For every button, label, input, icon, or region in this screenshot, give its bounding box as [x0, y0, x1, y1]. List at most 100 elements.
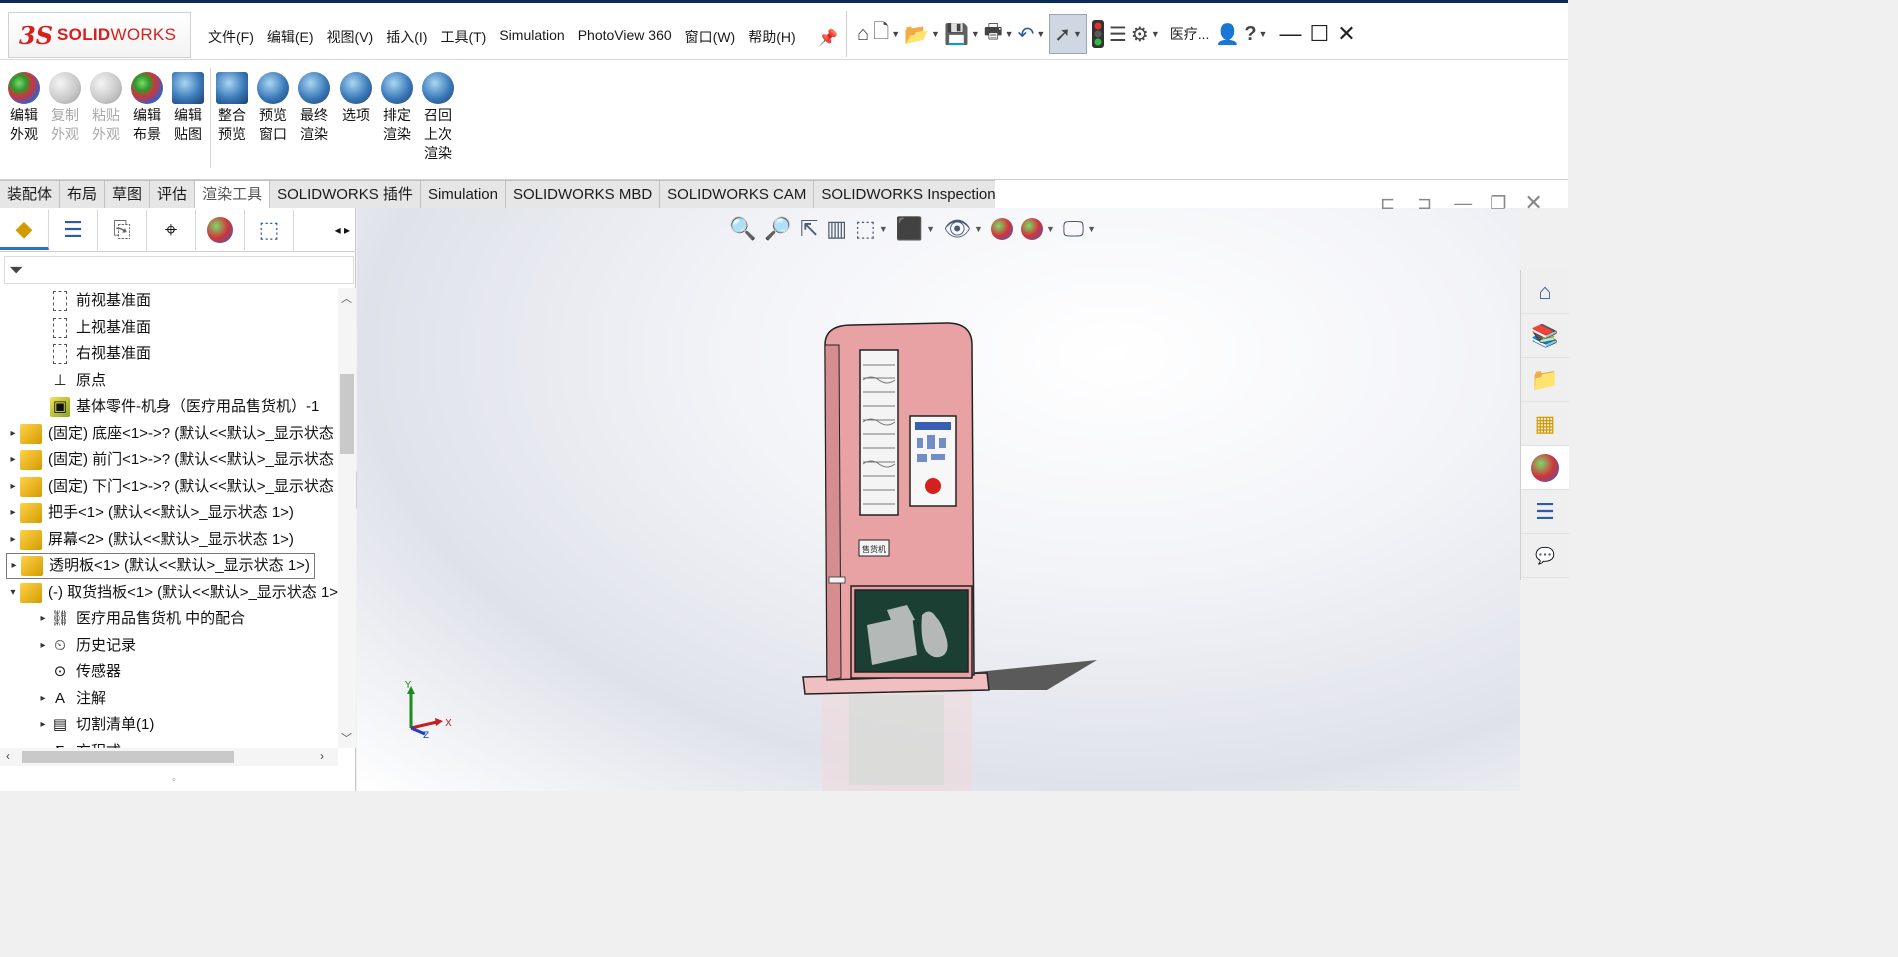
- forum-icon[interactable]: 💬: [1521, 534, 1569, 578]
- tree-item[interactable]: ▸ 屏幕<2> (默认<<默认>_显示状态 1>): [6, 527, 294, 553]
- expand-arrow-icon[interactable]: ▸: [7, 553, 21, 579]
- tree-item[interactable]: ▸ 透明板<1> (默认<<默认>_显示状态 1>): [6, 553, 315, 579]
- print-icon[interactable]: 🖶 ▼: [984, 14, 1014, 54]
- scroll-up-icon[interactable]: ︿: [341, 290, 352, 306]
- file-properties-icon[interactable]: ☰: [1109, 14, 1127, 54]
- schedule-render-button[interactable]: 排定 渲染: [377, 72, 417, 144]
- menu-view[interactable]: 视图(V): [327, 27, 374, 47]
- expand-arrow-icon[interactable]: ▸: [36, 633, 50, 659]
- tab-layout[interactable]: 布局: [60, 180, 106, 208]
- expand-arrow-icon[interactable]: ▸: [6, 527, 20, 553]
- tree-item[interactable]: ▸Σ方程式: [36, 739, 121, 749]
- tree-horizontal-scrollbar[interactable]: ‹ ›: [0, 748, 338, 766]
- tree-item[interactable]: ▾ (-) 取货挡板<1> (默认<<默认>_显示状态 1>): [6, 580, 338, 606]
- tree-item[interactable]: ⊥ 原点: [36, 368, 106, 394]
- render-options-button[interactable]: 选项: [336, 72, 376, 125]
- select-arrow-icon[interactable]: ➚ ▼: [1049, 14, 1087, 54]
- chevron-right-icon[interactable]: ▸: [344, 223, 350, 237]
- tree-item[interactable]: ⊙ 传感器: [36, 659, 121, 685]
- minimize-icon[interactable]: —: [1279, 21, 1301, 47]
- user-icon[interactable]: 👤: [1215, 14, 1240, 54]
- home-icon[interactable]: ⌂: [857, 14, 869, 54]
- hide-show-items-icon[interactable]: 👁 ▼: [943, 216, 983, 242]
- graphics-area[interactable]: 🔍 🔎 ⇱ ▥ ⬚ ▼ ⬛ ▼ 👁 ▼ ▼ 🖵 ▼ 售货机 Y X Z: [357, 208, 1520, 791]
- pin-icon[interactable]: 📌: [818, 28, 838, 48]
- viewport-tile-right-icon[interactable]: ⊐: [1417, 193, 1432, 214]
- menu-file[interactable]: 文件(F): [208, 27, 254, 47]
- zoom-to-area-icon[interactable]: 🔎: [764, 216, 791, 242]
- menu-photoview[interactable]: PhotoView 360: [578, 27, 672, 47]
- tab-solidworks-mbd[interactable]: SOLIDWORKS MBD: [505, 180, 661, 208]
- expand-arrow-icon[interactable]: ▸: [36, 606, 50, 632]
- scroll-thumb[interactable]: [340, 374, 354, 454]
- help-icon[interactable]: ? ▼: [1244, 14, 1267, 54]
- menu-help[interactable]: 帮助(H): [748, 27, 795, 47]
- close-icon[interactable]: ✕: [1337, 21, 1355, 47]
- tab-solidworks-cam[interactable]: SOLIDWORKS CAM: [660, 180, 815, 208]
- expand-arrow-icon[interactable]: ▸: [6, 421, 20, 447]
- tab-solidworks-inspection[interactable]: SOLIDWORKS Inspection: [814, 180, 1004, 208]
- tree-item[interactable]: ▸ ▤ 切割清单(1): [36, 712, 154, 738]
- copy-appearance-button[interactable]: 复制 外观: [45, 72, 85, 144]
- cam-tab[interactable]: ⬚: [245, 210, 294, 250]
- menu-tools[interactable]: 工具(T): [440, 27, 486, 47]
- expand-arrow-icon[interactable]: ▸: [6, 474, 20, 500]
- tree-item[interactable]: ▸ (固定) 前门<1>->? (默认<<默认>_显示状态 1>): [6, 447, 338, 473]
- scroll-down-icon[interactable]: ﹀: [341, 730, 352, 746]
- tree-filter[interactable]: ⏷: [4, 256, 354, 284]
- expand-arrow-icon[interactable]: ▸: [36, 712, 50, 738]
- tree-item[interactable]: ▸ A 注解: [36, 686, 106, 712]
- tree-item[interactable]: ▸ (固定) 底座<1>->? (默认<<默认>_显示状态 1>): [6, 421, 338, 447]
- appearances-scenes-icon[interactable]: [1521, 446, 1569, 490]
- tab-solidworks-addins[interactable]: SOLIDWORKS 插件: [270, 180, 421, 208]
- view-palette-icon[interactable]: ▦: [1521, 402, 1569, 446]
- preview-window-button[interactable]: 预览 窗口: [253, 72, 293, 144]
- display-style-icon[interactable]: ⬛ ▼: [896, 216, 935, 242]
- configuration-manager-tab[interactable]: ⎘: [98, 210, 147, 250]
- file-explorer-icon[interactable]: 📁: [1521, 358, 1569, 402]
- expand-arrow-icon[interactable]: ▸: [36, 739, 50, 749]
- property-manager-tab[interactable]: ☰: [49, 210, 98, 250]
- save-icon[interactable]: 💾 ▼: [944, 14, 980, 54]
- tab-evaluate[interactable]: 评估: [150, 180, 196, 208]
- viewport-tile-left-icon[interactable]: ⊏: [1380, 193, 1395, 214]
- solidworks-resources-icon[interactable]: ⌂: [1521, 270, 1569, 314]
- recall-last-render-button[interactable]: 召回 上次 渲染: [418, 72, 458, 163]
- tree-vertical-scrollbar[interactable]: ︿ ﹀: [338, 288, 356, 748]
- new-document-icon[interactable]: 🗋 ▼: [873, 14, 900, 54]
- rebuild-traffic-light-icon[interactable]: [1091, 14, 1105, 54]
- tree-item[interactable]: 前视基准面: [36, 288, 151, 314]
- custom-properties-icon[interactable]: ☰: [1521, 490, 1569, 534]
- section-view-icon[interactable]: ▥: [826, 216, 847, 242]
- tab-simulation[interactable]: Simulation: [420, 180, 506, 208]
- edit-appearance-icon[interactable]: [990, 218, 1013, 240]
- tree-item[interactable]: ▣ 基体零件-机身（医疗用品售货机）-1: [36, 394, 319, 420]
- previous-view-icon[interactable]: ⇱: [800, 216, 818, 242]
- tree-item[interactable]: ▸ 把手<1> (默认<<默认>_显示状态 1>): [6, 500, 294, 526]
- expand-arrow-icon[interactable]: ▸: [6, 447, 20, 473]
- expand-arrow-icon[interactable]: ▸: [6, 500, 20, 526]
- viewport-restore-icon[interactable]: ❐: [1490, 193, 1506, 214]
- tab-assembly[interactable]: 装配体: [0, 180, 61, 208]
- zoom-to-fit-icon[interactable]: 🔍: [729, 216, 756, 242]
- view-orientation-icon[interactable]: ⬚ ▼: [855, 216, 888, 242]
- final-render-button[interactable]: 最终 渲染: [294, 72, 334, 144]
- hscroll-thumb[interactable]: [22, 751, 234, 763]
- collapse-arrow-icon[interactable]: ▾: [6, 580, 20, 606]
- view-settings-icon[interactable]: 🖵 ▼: [1063, 216, 1096, 242]
- edit-appearance-button[interactable]: 编辑 外观: [4, 72, 44, 144]
- dimxpert-tab[interactable]: ⌖: [147, 210, 196, 250]
- viewport-minimize-icon[interactable]: —: [1454, 193, 1472, 214]
- tab-sketch[interactable]: 草图: [105, 180, 151, 208]
- display-manager-tab[interactable]: [196, 210, 245, 250]
- tree-item[interactable]: ▸ (固定) 下门<1>->? (默认<<默认>_显示状态 1>): [6, 474, 338, 500]
- design-library-icon[interactable]: 📚: [1521, 314, 1569, 358]
- menu-insert[interactable]: 插入(I): [386, 27, 427, 47]
- viewport-close-icon[interactable]: ✕: [1524, 190, 1542, 216]
- tree-item[interactable]: 上视基准面: [36, 315, 151, 341]
- scroll-right-icon[interactable]: ›: [320, 749, 324, 763]
- open-icon[interactable]: 📂 ▼: [904, 14, 940, 54]
- menu-window[interactable]: 窗口(W): [685, 27, 736, 47]
- maximize-icon[interactable]: ☐: [1309, 21, 1329, 47]
- apply-scene-icon[interactable]: ▼: [1020, 218, 1055, 240]
